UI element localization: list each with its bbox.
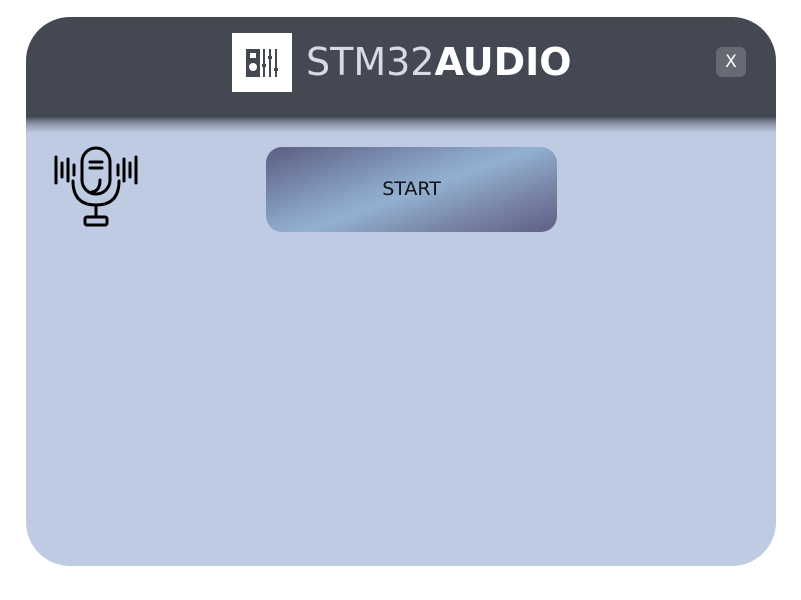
- header-bar: STM32AUDIO X: [26, 17, 776, 117]
- audio-mixer-icon: [246, 49, 278, 77]
- microphone-icon: [54, 146, 138, 227]
- close-button[interactable]: X: [716, 47, 746, 77]
- start-button[interactable]: START: [266, 147, 557, 232]
- app-title-part2: AUDIO: [434, 40, 572, 84]
- header-shadow: [26, 117, 776, 133]
- app-logo: [232, 33, 292, 92]
- app-title: STM32AUDIO: [306, 36, 572, 88]
- app-window: STM32AUDIO X START: [26, 17, 776, 566]
- app-title-part1: STM32: [306, 40, 435, 84]
